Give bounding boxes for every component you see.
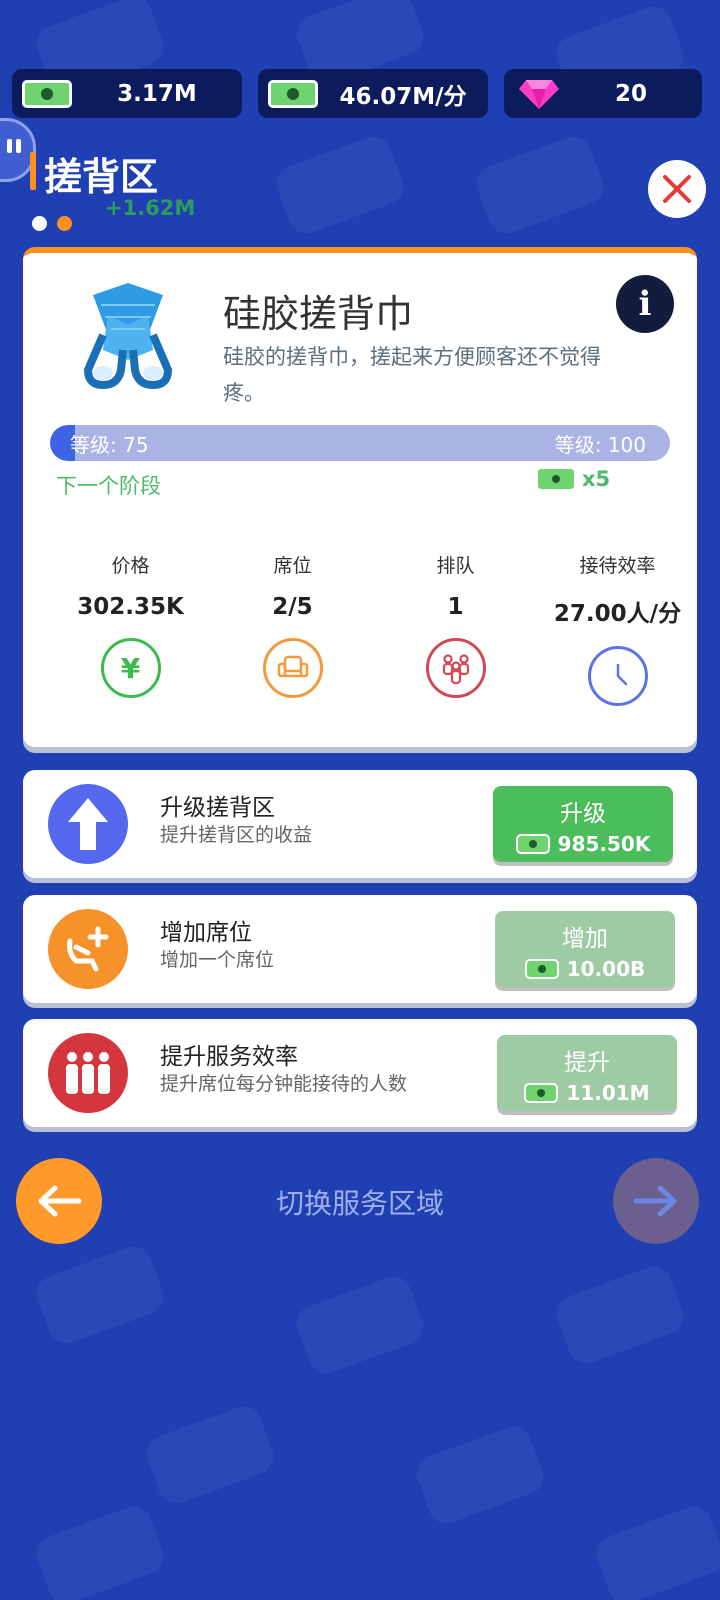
yen-icon: ¥	[100, 638, 161, 698]
info-icon: i	[638, 284, 652, 324]
cash-icon	[268, 79, 318, 108]
button-label: 升级	[560, 801, 606, 827]
cash-icon	[22, 79, 72, 108]
income-rate-pill: 46.07M/分	[258, 69, 488, 118]
cost-value: 10.00B	[566, 957, 646, 981]
stat-value: 27.00人/分	[553, 601, 682, 627]
staff-people-icon	[48, 1033, 128, 1113]
stat-value: 1	[447, 594, 464, 620]
stat-label: 排队	[436, 555, 475, 577]
stat-value: 302.35K	[77, 594, 184, 620]
stat-label: 席位	[273, 555, 312, 577]
stat-efficiency: 接待效率 27.00人/分	[535, 551, 700, 706]
level-max-label: 等级: 100	[554, 433, 646, 457]
stat-value: 2/5	[272, 594, 313, 620]
queue-people-icon	[425, 638, 486, 698]
arrow-right-icon	[633, 1185, 677, 1217]
gems-pill: 20	[504, 69, 702, 118]
row-subtitle: 增加一个席位	[160, 949, 275, 971]
service-efficiency-row: 提升服务效率 提升席位每分钟能接待的人数 提升 11.01M	[23, 1019, 697, 1127]
upgrade-area-row: 升级搓背区 提升搓背区的收益 升级 985.50K	[23, 770, 697, 878]
next-stage-label: 下一个阶段	[56, 474, 161, 498]
button-cost: 985.50K	[493, 832, 673, 856]
next-area-button[interactable]	[613, 1158, 699, 1244]
add-seat-row: 增加席位 增加一个席位 增加 10.00B	[23, 895, 697, 1003]
button-label: 增加	[562, 926, 608, 952]
gems-value: 20	[614, 80, 647, 107]
add-seat-button[interactable]: 增加 10.00B	[495, 911, 675, 987]
stat-price: 价格 302.35K ¥	[48, 551, 213, 698]
page-dot-2[interactable]	[57, 216, 72, 231]
cash-icon	[524, 1083, 559, 1103]
armchair-icon	[262, 638, 323, 698]
stat-queue: 排队 1	[373, 551, 538, 698]
info-button[interactable]: i	[616, 275, 674, 333]
cost-value: 11.01M	[566, 1081, 650, 1105]
button-cost: 11.01M	[497, 1081, 677, 1105]
row-subtitle: 提升席位每分钟能接待的人数	[160, 1073, 408, 1095]
item-info-card: 硅胶搓背巾 硅胶的搓背巾，搓起来方便顾客还不觉得疼。 i 等级: 75 等级: …	[23, 247, 697, 747]
next-stage-reward: x5	[536, 467, 610, 491]
area-title: 搓背区	[44, 155, 159, 199]
clock-icon	[587, 646, 648, 706]
upgrade-button[interactable]: 升级 985.50K	[493, 786, 673, 862]
diamond-icon	[518, 78, 560, 110]
item-name: 硅胶搓背巾	[223, 292, 414, 336]
improve-service-button[interactable]: 提升 11.01M	[497, 1035, 677, 1111]
stat-seats: 席位 2/5	[210, 551, 375, 698]
stat-label: 接待效率	[579, 555, 656, 577]
row-subtitle: 提升搓背区的收益	[160, 824, 313, 846]
close-icon	[663, 175, 691, 203]
button-label: 提升	[564, 1050, 610, 1076]
row-title: 升级搓背区	[160, 795, 275, 821]
cash-pill: 3.17M	[12, 69, 242, 118]
title-accent	[30, 152, 36, 190]
towel-icon	[73, 275, 183, 399]
cost-value: 985.50K	[557, 832, 651, 856]
item-description: 硅胶的搓背巾，搓起来方便顾客还不觉得疼。	[223, 345, 601, 405]
button-cost: 10.00B	[495, 957, 675, 981]
income-rate-value: 46.07M/分	[339, 83, 467, 110]
income-gain: +1.62M	[105, 196, 196, 220]
level-current-label: 等级: 75	[70, 433, 149, 457]
cash-icon	[515, 834, 550, 854]
up-arrow-icon	[48, 784, 128, 864]
page-dot-1[interactable]	[32, 216, 47, 231]
next-stage-multiplier: x5	[582, 467, 611, 491]
row-title: 提升服务效率	[160, 1044, 298, 1070]
stat-label: 价格	[111, 555, 150, 577]
cash-icon	[524, 959, 559, 979]
add-seat-icon	[48, 909, 128, 989]
cash-value: 3.17M	[117, 80, 197, 107]
level-progress-bar: 等级: 75 等级: 100	[50, 425, 670, 461]
switch-area-label: 切换服务区域	[275, 1187, 444, 1220]
cash-icon	[536, 467, 576, 491]
close-button[interactable]	[648, 160, 706, 218]
row-title: 增加席位	[160, 920, 252, 946]
